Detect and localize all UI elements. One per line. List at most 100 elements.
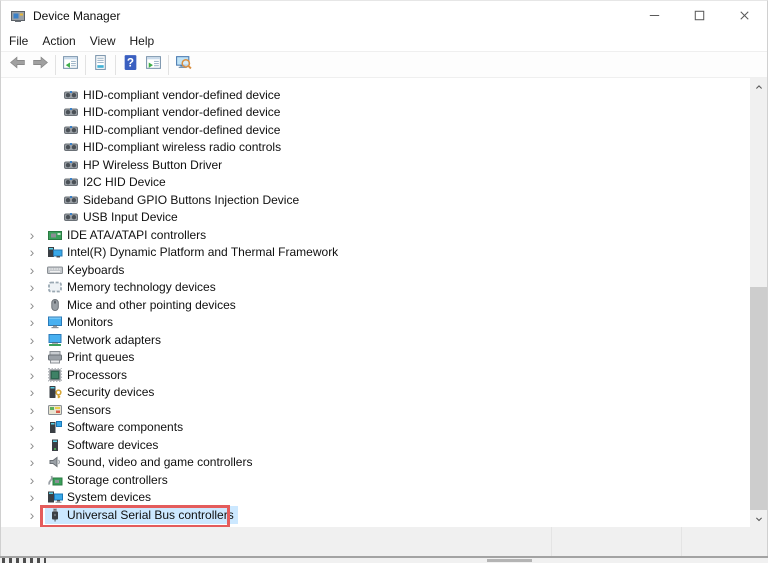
- hid-device-icon: [63, 174, 79, 190]
- tree-item[interactable]: › Universal Serial Bus controllers: [1, 505, 750, 524]
- tree-item[interactable]: › Storage controllers: [1, 471, 750, 489]
- tree-item-label: System devices: [67, 490, 152, 505]
- back-button[interactable]: [6, 53, 29, 76]
- vertical-scrollbar[interactable]: [750, 78, 767, 527]
- tree-item-content: Memory technology devices: [45, 278, 220, 296]
- tree-item[interactable]: › Software devices: [1, 436, 750, 454]
- menu-item-file[interactable]: File: [2, 31, 35, 51]
- chevron-right-icon[interactable]: ›: [25, 438, 39, 452]
- chevron-right-icon[interactable]: ›: [25, 333, 39, 347]
- minimize-icon: [649, 14, 660, 17]
- tree-item[interactable]: HID-compliant wireless radio controls: [1, 139, 750, 157]
- tree-item-label: HID-compliant wireless radio controls: [83, 140, 282, 155]
- tree-item[interactable]: I2C HID Device: [1, 174, 750, 192]
- tree-item-content: Sensors: [45, 401, 115, 419]
- help-icon: ?: [122, 54, 139, 76]
- tree-item[interactable]: › IDE ATA/ATAPI controllers: [1, 226, 750, 244]
- tree-item[interactable]: › System devices: [1, 489, 750, 507]
- tree-item-content: I2C HID Device: [61, 173, 170, 191]
- tree-item[interactable]: › Monitors: [1, 314, 750, 332]
- svg-text:?: ?: [127, 56, 134, 69]
- chevron-up-icon: [755, 84, 762, 89]
- chevron-right-icon[interactable]: ›: [25, 280, 39, 294]
- chevron-right-icon[interactable]: ›: [25, 473, 39, 487]
- forward-arrow-icon: [32, 54, 49, 76]
- tree-item-content: Storage controllers: [45, 471, 172, 489]
- chevron-right-icon[interactable]: ›: [25, 403, 39, 417]
- properties-icon: [92, 54, 109, 76]
- tree-item-content: HID-compliant vendor-defined device: [61, 103, 284, 121]
- minimize-button[interactable]: [632, 1, 677, 30]
- chevron-right-icon[interactable]: ›: [25, 245, 39, 259]
- hid-device-icon: [63, 139, 79, 155]
- system-device-icon: [47, 489, 63, 505]
- chevron-right-icon[interactable]: ›: [25, 490, 39, 504]
- tree-item[interactable]: › Intel(R) Dynamic Platform and Thermal F…: [1, 244, 750, 262]
- tree-item[interactable]: › Processors: [1, 366, 750, 384]
- tree-item[interactable]: USB Input Device: [1, 209, 750, 227]
- tree-item[interactable]: › Keyboards: [1, 261, 750, 279]
- keyboard-icon: [47, 262, 63, 278]
- tree-item[interactable]: HID-compliant vendor-defined device: [1, 121, 750, 139]
- forward-button[interactable]: [29, 53, 52, 76]
- tree-item-content: Monitors: [45, 313, 117, 331]
- device-manager-window: Device Manager File Action View Help ? HID-…: [0, 0, 768, 556]
- chevron-right-icon[interactable]: ›: [25, 455, 39, 469]
- tree-item[interactable]: › Print queues: [1, 349, 750, 367]
- tree-item[interactable]: HID-compliant vendor-defined device: [1, 86, 750, 104]
- close-button[interactable]: [722, 1, 767, 30]
- window-controls: [632, 1, 767, 30]
- tree-item-label: Intel(R) Dynamic Platform and Thermal Fr…: [67, 245, 339, 260]
- menu-item-action[interactable]: Action: [35, 31, 82, 51]
- tree-item-content: Keyboards: [45, 261, 128, 279]
- scroll-up-button[interactable]: [750, 78, 767, 95]
- help-button[interactable]: ?: [119, 53, 142, 76]
- show-console-tree-button[interactable]: [59, 53, 82, 76]
- chevron-right-icon[interactable]: ›: [25, 263, 39, 277]
- properties-button[interactable]: [89, 53, 112, 76]
- tree-item-content: Intel(R) Dynamic Platform and Thermal Fr…: [45, 243, 342, 261]
- chevron-right-icon[interactable]: ›: [25, 385, 39, 399]
- chevron-right-icon[interactable]: ›: [25, 420, 39, 434]
- toolbar-separator: [55, 54, 56, 75]
- security-device-icon: [47, 384, 63, 400]
- tree-item-content: HID-compliant vendor-defined device: [61, 86, 284, 104]
- chevron-right-icon[interactable]: ›: [25, 315, 39, 329]
- device-manager-icon[interactable]: [10, 8, 26, 24]
- tree-item-content: Processors: [45, 366, 131, 384]
- toolbar-separator: [85, 54, 86, 75]
- sensor-icon: [47, 402, 63, 418]
- tree-item[interactable]: HID-compliant vendor-defined device: [1, 104, 750, 122]
- tree-item-label: Processors: [67, 367, 128, 382]
- tree-item[interactable]: › Memory technology devices: [1, 279, 750, 297]
- maximize-button[interactable]: [677, 1, 722, 30]
- speaker-icon: [47, 454, 63, 470]
- device-tree-panel: HID-compliant vendor-defined device HID-c…: [1, 78, 767, 527]
- hid-device-icon: [63, 104, 79, 120]
- tree-item[interactable]: › Security devices: [1, 384, 750, 402]
- scrollbar-thumb[interactable]: [750, 287, 767, 510]
- chevron-right-icon[interactable]: ›: [25, 298, 39, 312]
- tree-item[interactable]: HP Wireless Button Driver: [1, 156, 750, 174]
- menu-item-help[interactable]: Help: [123, 31, 162, 51]
- software-component-icon: [47, 419, 63, 435]
- tree-item[interactable]: Sideband GPIO Buttons Injection Device: [1, 191, 750, 209]
- menu-bar: File Action View Help: [1, 30, 767, 52]
- chevron-right-icon[interactable]: ›: [25, 350, 39, 364]
- scroll-down-button[interactable]: [750, 510, 767, 527]
- chevron-right-icon[interactable]: ›: [25, 368, 39, 382]
- tree-item-content: HP Wireless Button Driver: [61, 156, 226, 174]
- tree-item[interactable]: › Mice and other pointing devices: [1, 296, 750, 314]
- tree-item[interactable]: › Sensors: [1, 401, 750, 419]
- action-pane-button[interactable]: [142, 53, 165, 76]
- menu-item-view[interactable]: View: [83, 31, 123, 51]
- chevron-right-icon[interactable]: ›: [25, 508, 39, 522]
- chevron-right-icon[interactable]: ›: [25, 228, 39, 242]
- tree-item-label: HID-compliant vendor-defined device: [83, 122, 281, 137]
- tree-item-label: Storage controllers: [67, 472, 168, 487]
- tree-item[interactable]: › Sound, video and game controllers: [1, 454, 750, 472]
- scan-hardware-button[interactable]: [172, 53, 195, 76]
- tree-item[interactable]: › Network adapters: [1, 331, 750, 349]
- tree-item-content: Universal Serial Bus controllers: [45, 505, 238, 524]
- tree-item[interactable]: › Software components: [1, 419, 750, 437]
